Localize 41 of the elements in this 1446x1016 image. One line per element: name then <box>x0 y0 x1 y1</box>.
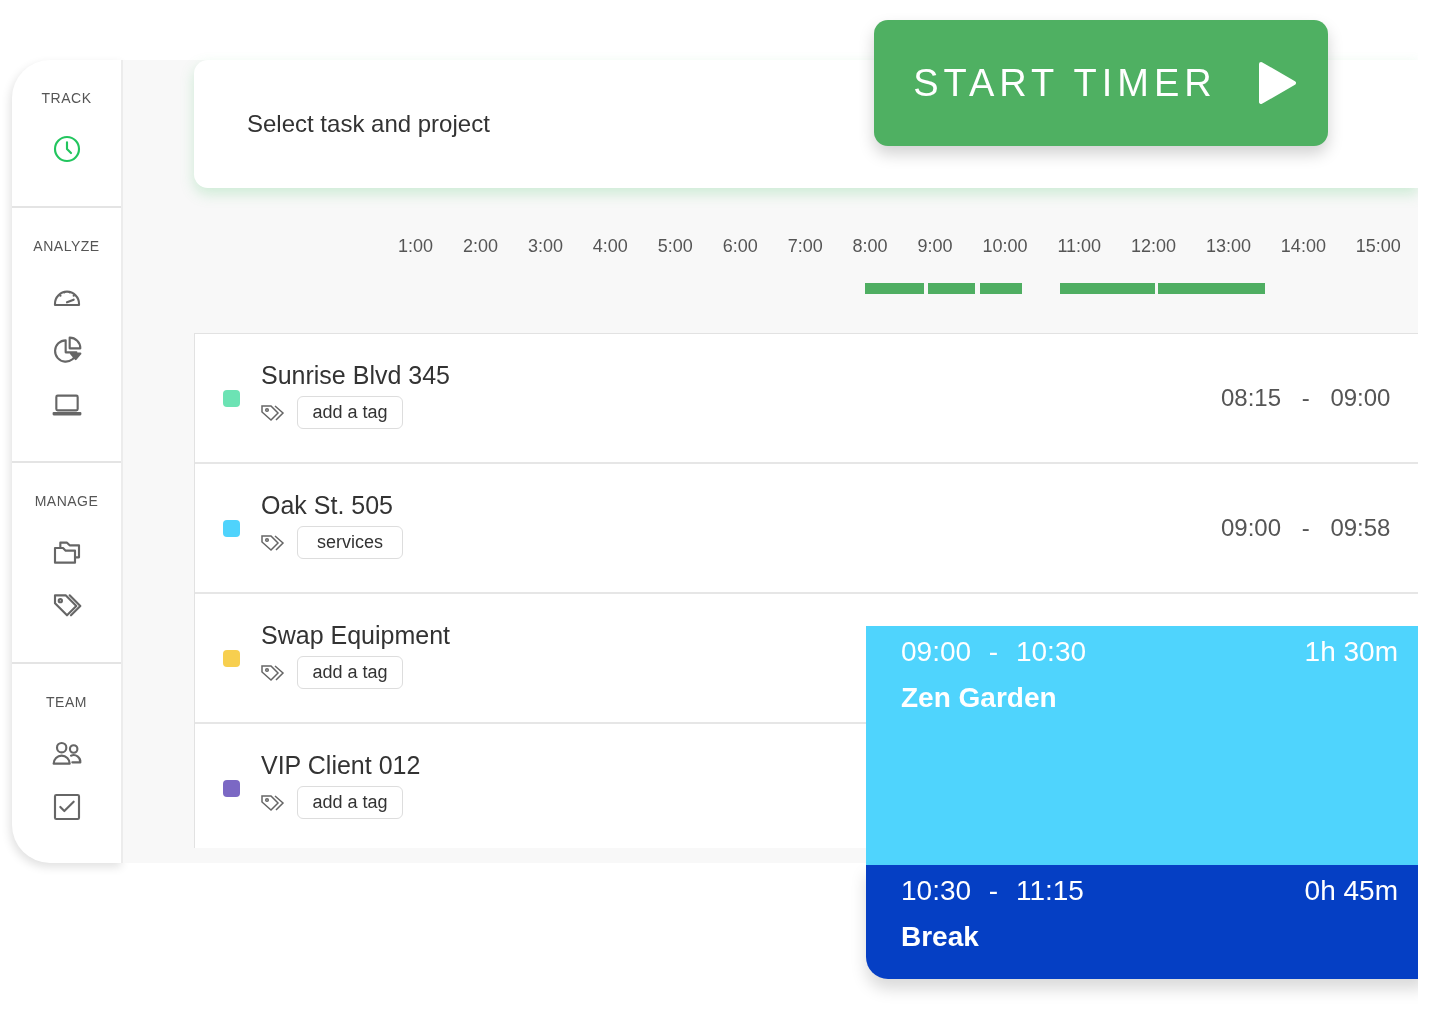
duration: 0h 45m <box>1304 875 1398 907</box>
hour-label: 6:00 <box>722 236 758 257</box>
hour-label: 15:00 <box>1355 236 1401 257</box>
tag-button[interactable]: services <box>297 526 403 559</box>
section-heading: ANALYZE <box>33 238 100 255</box>
play-icon <box>1256 61 1297 105</box>
task-field[interactable]: Select task and project <box>245 109 769 139</box>
hour-label: 2:00 <box>462 236 498 257</box>
entry-title: VIP Client 012 <box>261 751 421 780</box>
entry-title: Sunrise Blvd 345 <box>261 361 450 390</box>
entry-title: Oak St. 505 <box>261 491 395 520</box>
duration: 1h 30m <box>1304 636 1398 668</box>
hour-label: 12:00 <box>1131 236 1177 257</box>
hour-label: 7:00 <box>787 236 823 257</box>
hour-label: 4:00 <box>592 236 628 257</box>
section-heading: TRACK <box>41 90 92 106</box>
section-heading: MANAGE <box>34 492 99 509</box>
hour-label: 8:00 <box>852 236 888 257</box>
tag-icon <box>261 533 287 552</box>
block-title: Break <box>901 921 980 953</box>
entry-title: Swap Equipment <box>261 621 450 650</box>
tag-icon <box>261 793 287 812</box>
time-range: 09:00 - 10:30 <box>901 636 1087 668</box>
hour-label: 5:00 <box>657 236 693 257</box>
time-range: 09:00 - 09:58 <box>1221 514 1391 542</box>
hour-label: 3:00 <box>527 236 563 257</box>
hour-label: 11:00 <box>1057 236 1102 257</box>
hour-label: 9:00 <box>917 236 953 257</box>
tag-button[interactable]: add a tag <box>297 656 403 689</box>
section-heading: TEAM <box>46 693 87 710</box>
time-range: 08:15 - 09:00 <box>1221 384 1391 412</box>
tag-button[interactable]: add a tag <box>297 396 403 429</box>
block-title: Zen Garden <box>901 682 1058 714</box>
time-range: 10:30 - 11:15 <box>901 875 1084 907</box>
hour-label: 1:00 <box>398 236 434 257</box>
tag-icon <box>261 403 287 422</box>
tag-icon <box>261 663 287 682</box>
hour-label: 14:00 <box>1280 236 1326 257</box>
hour-label: 13:00 <box>1205 236 1251 257</box>
tag-button[interactable]: add a tag <box>297 786 403 819</box>
hour-label: 10:00 <box>982 236 1028 257</box>
